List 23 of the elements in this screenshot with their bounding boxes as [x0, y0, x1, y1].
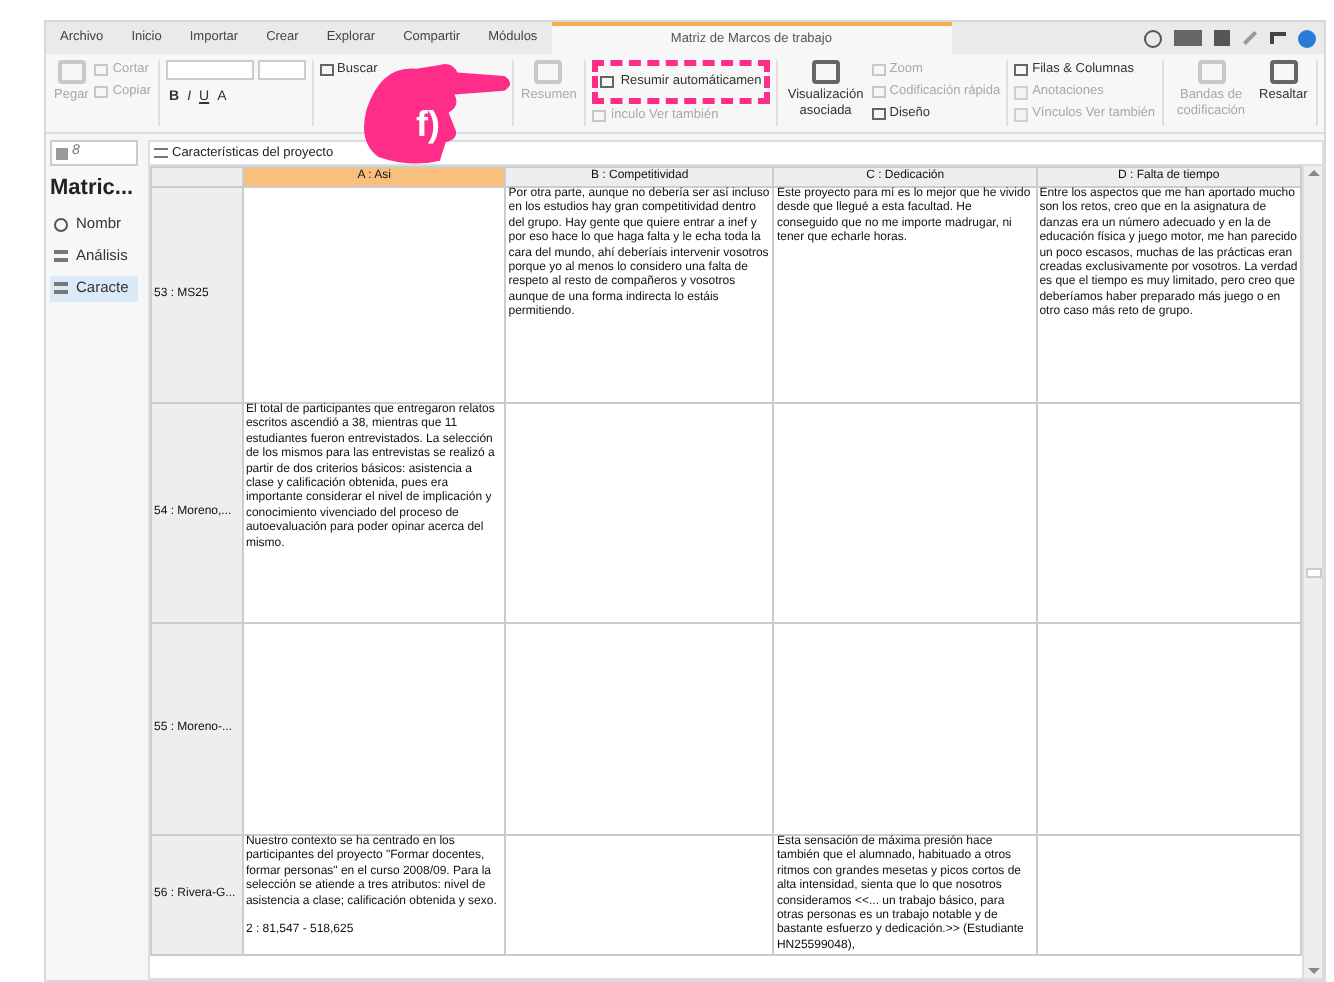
- tool-icon: [1197, 60, 1226, 84]
- scroll-down-icon[interactable]: [1307, 968, 1319, 974]
- size-dropdown[interactable]: [257, 60, 306, 80]
- font-dropdown[interactable]: [165, 60, 254, 80]
- corner-cell: [151, 167, 243, 187]
- tool-icon: [1014, 64, 1029, 76]
- window-icon: [1174, 30, 1202, 46]
- tool-icon: [319, 64, 334, 76]
- tool-icon: [534, 60, 563, 84]
- scroll-up-icon[interactable]: [1307, 170, 1319, 176]
- tool-icon: [600, 76, 615, 88]
- table-icon: [54, 282, 68, 294]
- tool-icon: [1269, 60, 1298, 84]
- annotation-label: f): [416, 102, 440, 148]
- help-icon: [1144, 29, 1162, 47]
- tool-icon: [811, 60, 840, 84]
- tool-icon: [592, 110, 607, 122]
- tool-icon: [57, 60, 86, 84]
- scroll-thumb[interactable]: [1305, 567, 1321, 577]
- table-icon: [54, 250, 68, 262]
- pencil-icon: [1242, 30, 1258, 46]
- table-icon: [154, 148, 168, 158]
- sidebar-title: Matric...: [50, 174, 136, 204]
